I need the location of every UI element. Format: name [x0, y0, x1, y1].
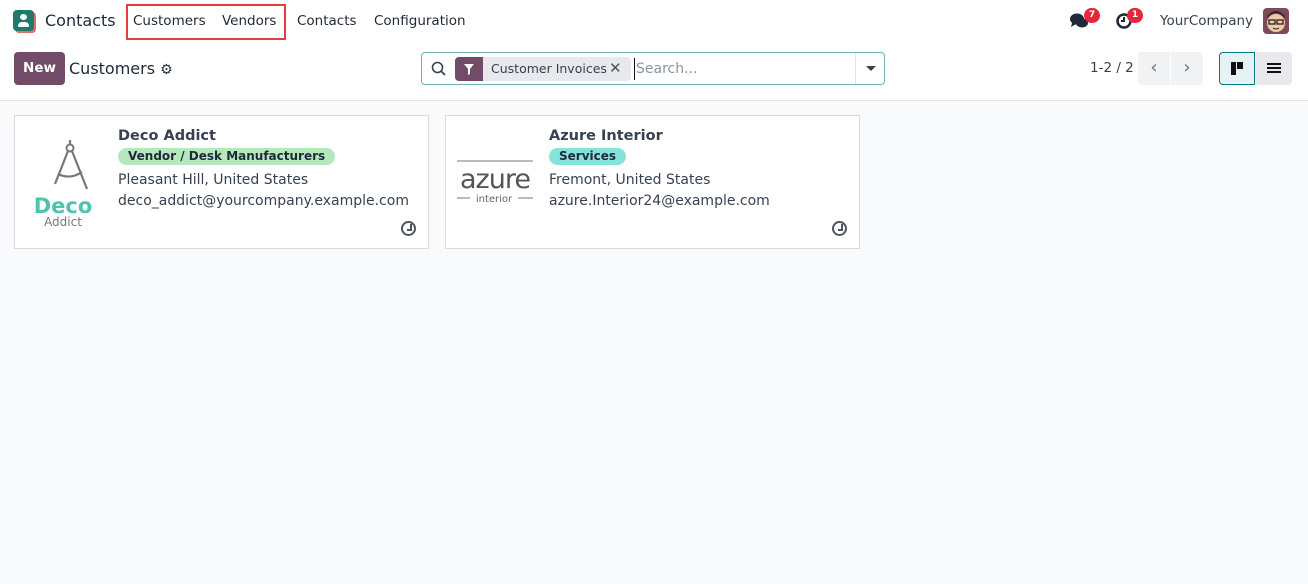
pager-value[interactable]: 1-2 / 2 [1090, 60, 1134, 76]
search-input[interactable] [634, 58, 854, 80]
card-tag: Services [549, 148, 627, 165]
svg-text:Addict: Addict [44, 215, 82, 229]
kanban-icon [1231, 62, 1243, 75]
remove-facet-icon[interactable]: ✕ [609, 59, 622, 77]
search-icon[interactable] [431, 61, 447, 77]
messages-badge: 7 [1084, 8, 1100, 23]
card-tag: Vendor / Desk Manufacturers [118, 148, 336, 165]
facet-label: Customer Invoices [491, 61, 607, 76]
nav-configuration[interactable]: Configuration [374, 13, 466, 29]
search-options-toggle[interactable] [855, 53, 884, 84]
contacts-app-icon[interactable] [13, 10, 34, 31]
card-email: azure.Interior24@example.com [549, 193, 770, 209]
company-switcher[interactable]: YourCompany [1160, 13, 1253, 29]
deco-addict-logo: Deco Addict [25, 134, 115, 229]
list-view-button[interactable] [1256, 52, 1292, 85]
filter-facet: Customer Invoices ✕ [455, 57, 631, 81]
page-title: Customers ⚙ [69, 59, 173, 78]
kanban-card[interactable]: Deco Addict Deco Addict Vendor / Desk Ma… [14, 115, 429, 249]
card-name: Deco Addict [118, 128, 216, 144]
pager-previous-button[interactable]: ‹ [1138, 52, 1170, 85]
kanban-view-button[interactable] [1219, 52, 1255, 85]
card-name: Azure Interior [549, 128, 663, 144]
card-email: deco_addict@yourcompany.example.com [118, 193, 409, 209]
gear-icon[interactable]: ⚙ [160, 62, 173, 78]
card-location: Pleasant Hill, United States [118, 172, 309, 188]
activity-clock-icon[interactable] [832, 221, 847, 236]
svg-text:interior: interior [476, 194, 513, 205]
pager-next-button[interactable]: › [1171, 52, 1203, 85]
list-icon [1267, 63, 1281, 73]
nav-contacts[interactable]: Contacts [297, 13, 357, 29]
card-location: Fremont, United States [549, 172, 711, 188]
new-button[interactable]: New [14, 52, 65, 85]
top-navbar: Contacts Customers Vendors Contacts Conf… [0, 0, 1308, 42]
breadcrumb-title: Customers [69, 59, 156, 78]
azure-interior-logo: azure interior [456, 134, 546, 229]
activities-badge: 1 [1127, 8, 1143, 23]
user-avatar[interactable] [1263, 8, 1289, 34]
kanban-card[interactable]: azure interior Azure Interior Services F… [445, 115, 860, 249]
app-name[interactable]: Contacts [45, 11, 116, 30]
search-bar: Customer Invoices ✕ [421, 52, 885, 85]
svg-text:azure: azure [460, 164, 530, 195]
control-panel: New Customers ⚙ Customer Invoices ✕ 1-2 … [0, 42, 1308, 101]
highlight-box [126, 4, 286, 40]
activity-clock-icon[interactable] [401, 221, 416, 236]
filter-icon [455, 57, 483, 81]
